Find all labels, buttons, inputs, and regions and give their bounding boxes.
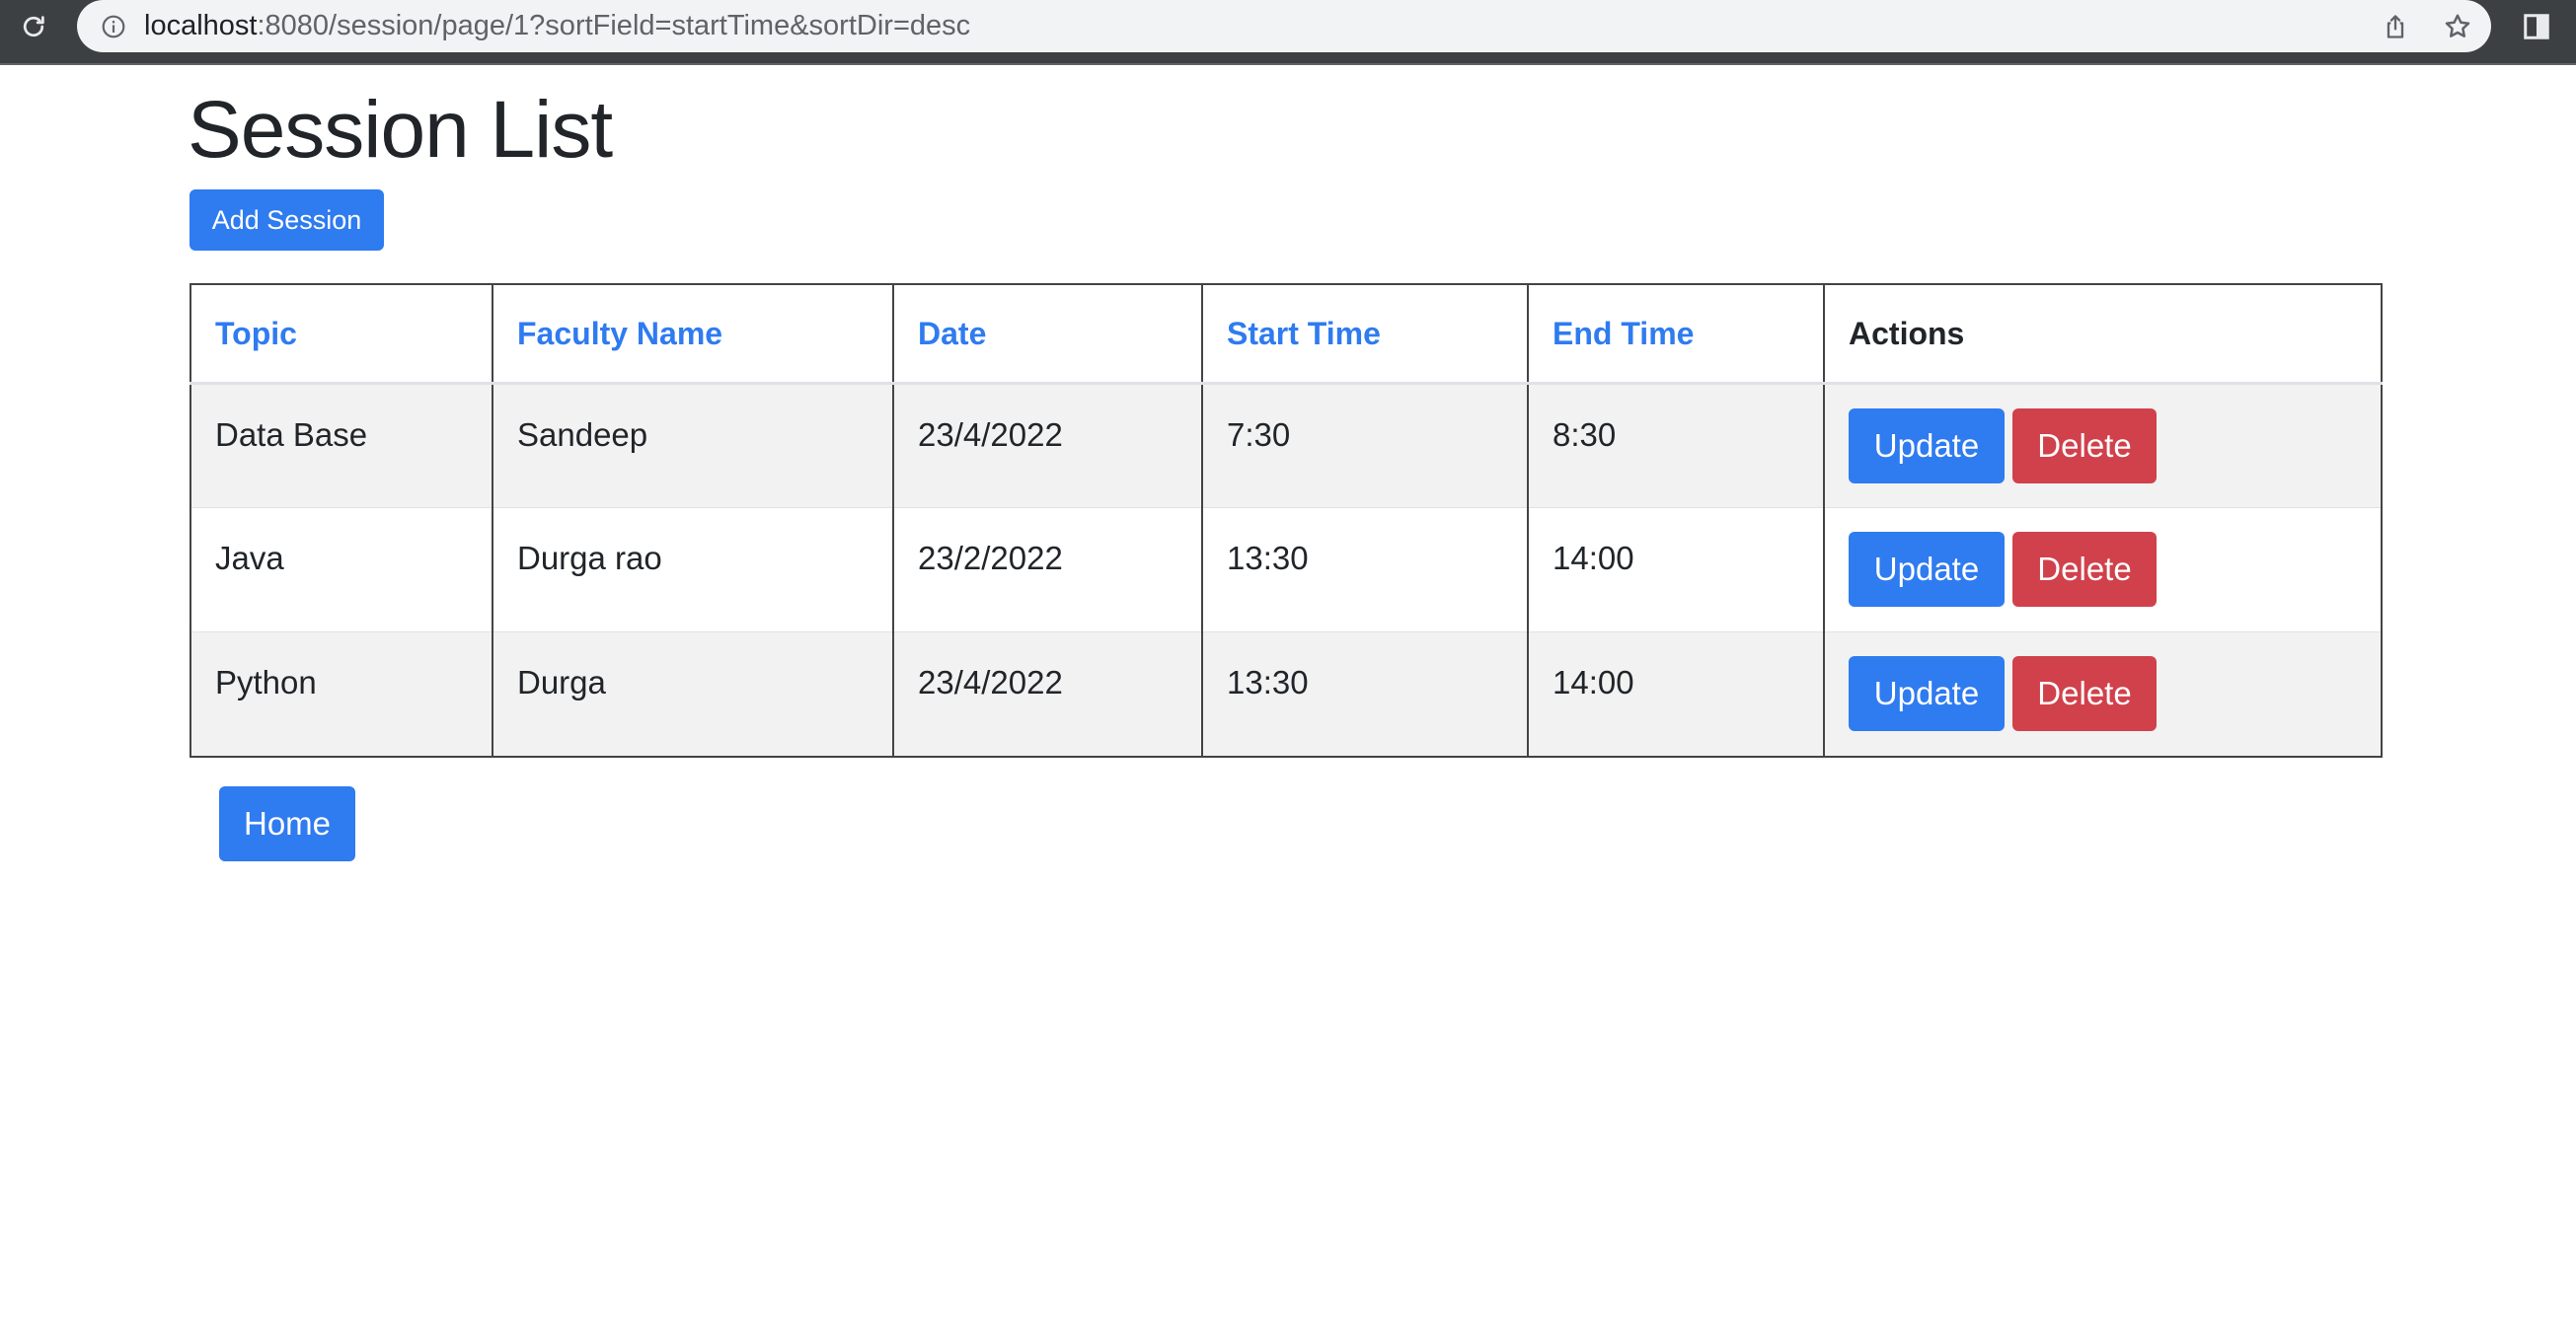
cell-date: 23/4/2022 bbox=[892, 383, 1203, 508]
home-button[interactable]: Home bbox=[219, 786, 355, 861]
cell-actions: Update Delete bbox=[1823, 507, 2383, 632]
table-header-row: Topic Faculty Name Date Start Time End T… bbox=[189, 283, 2383, 385]
page-title: Session List bbox=[188, 85, 613, 175]
cell-faculty: Sandeep bbox=[492, 383, 894, 508]
bookmark-star-icon[interactable] bbox=[2439, 8, 2476, 45]
cell-start-time: 13:30 bbox=[1201, 507, 1529, 632]
sort-header-faculty-name[interactable]: Faculty Name bbox=[492, 283, 894, 385]
share-icon[interactable] bbox=[2377, 8, 2414, 45]
update-button[interactable]: Update bbox=[1849, 532, 2005, 607]
sort-header-start-time[interactable]: Start Time bbox=[1201, 283, 1529, 385]
sort-header-date[interactable]: Date bbox=[892, 283, 1203, 385]
url-host: localhost bbox=[144, 10, 258, 41]
session-table: Topic Faculty Name Date Start Time End T… bbox=[189, 283, 2383, 758]
reload-icon[interactable] bbox=[16, 9, 51, 44]
cell-start-time: 13:30 bbox=[1201, 631, 1529, 758]
cell-date: 23/4/2022 bbox=[892, 631, 1203, 758]
cell-actions: Update Delete bbox=[1823, 631, 2383, 758]
update-button[interactable]: Update bbox=[1849, 656, 2005, 731]
update-button[interactable]: Update bbox=[1849, 408, 2005, 483]
sort-header-end-time[interactable]: End Time bbox=[1527, 283, 1825, 385]
cell-end-time: 14:00 bbox=[1527, 507, 1825, 632]
address-bar[interactable]: localhost:8080/session/page/1?sortField=… bbox=[77, 0, 2491, 52]
delete-button[interactable]: Delete bbox=[2012, 532, 2157, 607]
cell-end-time: 14:00 bbox=[1527, 631, 1825, 758]
url-path: :8080/session/page/1?sortField=startTime… bbox=[257, 10, 971, 41]
header-actions: Actions bbox=[1823, 283, 2383, 385]
cell-end-time: 8:30 bbox=[1527, 383, 1825, 508]
cell-topic: Python bbox=[189, 631, 493, 758]
cell-date: 23/2/2022 bbox=[892, 507, 1203, 632]
delete-button[interactable]: Delete bbox=[2012, 408, 2157, 483]
cell-faculty: Durga bbox=[492, 631, 894, 758]
cell-actions: Update Delete bbox=[1823, 383, 2383, 508]
side-panel-icon[interactable] bbox=[2519, 9, 2554, 44]
cell-start-time: 7:30 bbox=[1201, 383, 1529, 508]
add-session-button[interactable]: Add Session bbox=[189, 189, 384, 251]
table-row: Java Durga rao 23/2/2022 13:30 14:00 Upd… bbox=[189, 507, 2383, 632]
delete-button[interactable]: Delete bbox=[2012, 656, 2157, 731]
table-row: Data Base Sandeep 23/4/2022 7:30 8:30 Up… bbox=[189, 383, 2383, 508]
cell-faculty: Durga rao bbox=[492, 507, 894, 632]
info-icon[interactable] bbox=[99, 12, 128, 41]
browser-toolbar: localhost:8080/session/page/1?sortField=… bbox=[0, 0, 2576, 65]
cell-topic: Java bbox=[189, 507, 493, 632]
url-text[interactable]: localhost:8080/session/page/1?sortField=… bbox=[144, 10, 970, 42]
cell-topic: Data Base bbox=[189, 383, 493, 508]
sort-header-topic[interactable]: Topic bbox=[189, 283, 493, 385]
table-row: Python Durga 23/4/2022 13:30 14:00 Updat… bbox=[189, 631, 2383, 758]
